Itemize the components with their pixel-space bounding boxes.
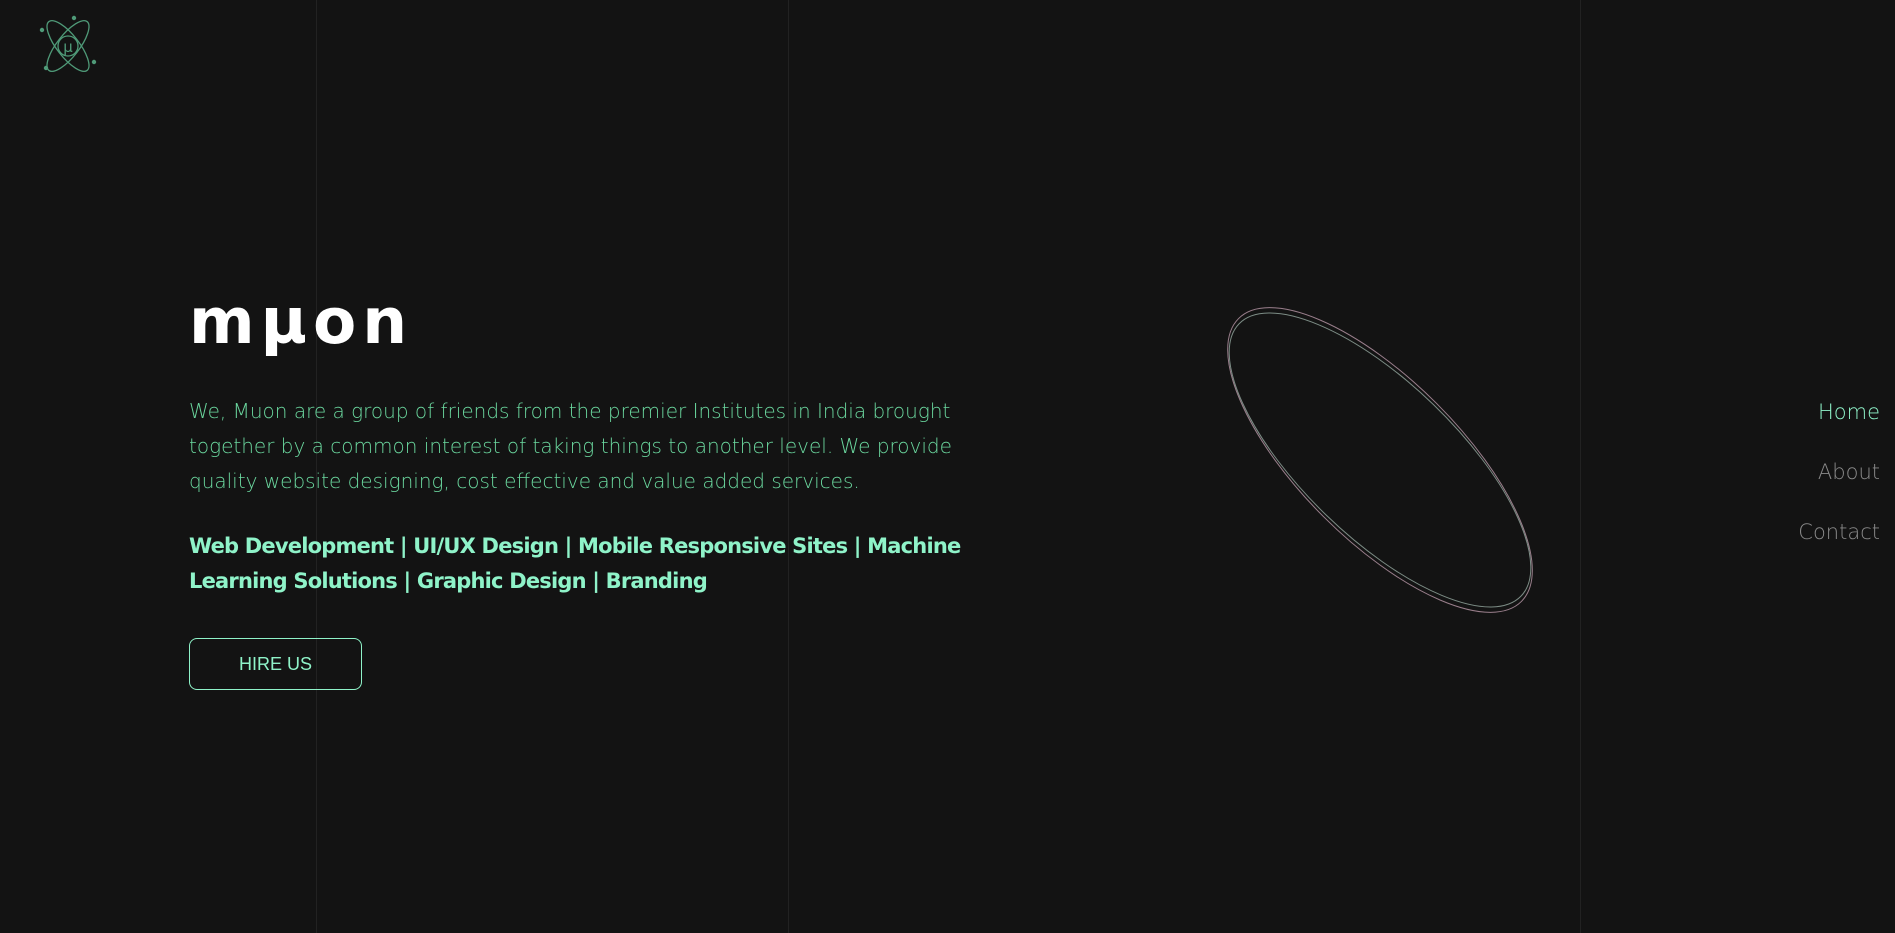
nav-item-about[interactable]: About	[1818, 454, 1880, 514]
logo-link[interactable]: µ	[36, 12, 100, 80]
hire-us-button[interactable]: HIRE US	[189, 638, 362, 690]
svg-text:µ: µ	[63, 38, 73, 56]
nav-item-contact[interactable]: Contact	[1798, 514, 1880, 574]
services-list: Web Development | UI/UX Design | Mobile …	[189, 534, 961, 593]
grid-line-3	[1580, 0, 1581, 933]
brand-title: mµon	[189, 285, 414, 358]
intro-text: We, Muon are a group of friends from the…	[189, 399, 952, 493]
orbit-ellipse-icon	[1227, 307, 1533, 613]
nav-item-home[interactable]: Home	[1818, 394, 1880, 454]
atom-mu-icon: µ	[39, 15, 97, 72]
main-nav: Home About Contact	[1798, 394, 1880, 574]
